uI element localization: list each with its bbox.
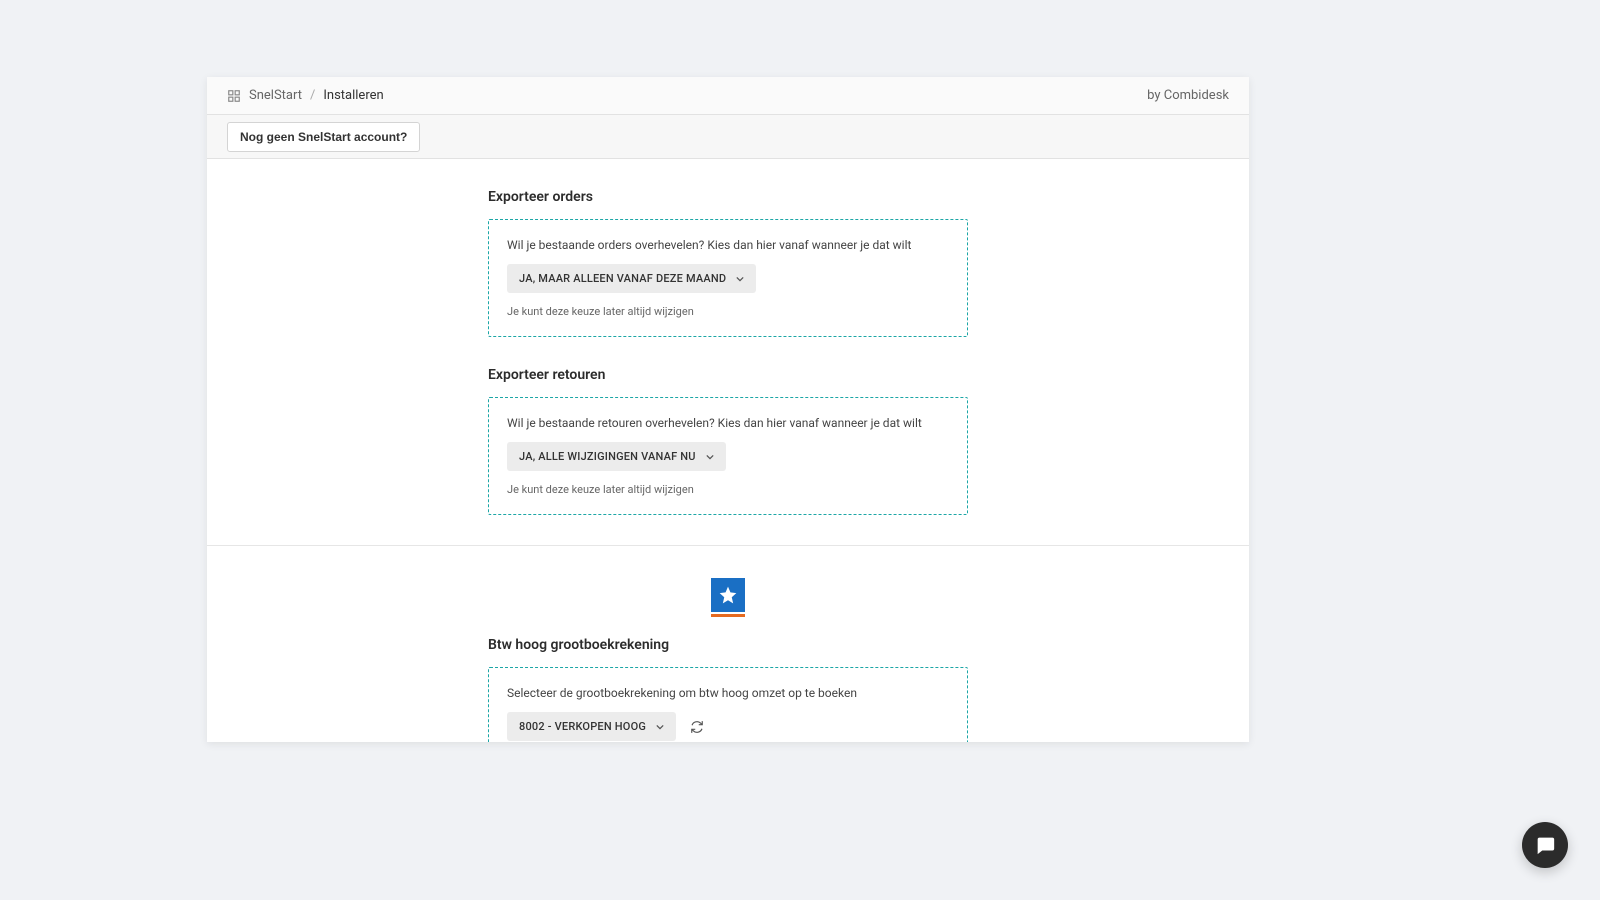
section-export-orders: Exporteer orders Wil je bestaande orders… — [488, 189, 968, 337]
divider — [207, 545, 1249, 546]
dropdown-value: 8002 - VERKOPEN HOOG — [519, 720, 646, 733]
vat-high-dropdown[interactable]: 8002 - VERKOPEN HOOG — [507, 712, 676, 741]
prompt-text: Wil je bestaande retouren overhevelen? K… — [507, 416, 949, 430]
section-title: Exporteer retouren — [488, 367, 968, 383]
refresh-icon — [690, 720, 704, 734]
caret-down-icon — [656, 723, 664, 731]
section-title: Btw hoog grootboekrekening — [488, 637, 968, 653]
caret-down-icon — [736, 275, 744, 283]
prompt-text: Wil je bestaande orders overhevelen? Kie… — [507, 238, 949, 252]
star-underline — [711, 614, 745, 617]
breadcrumb-page: Installeren — [323, 88, 383, 103]
toolbar: Nog geen SnelStart account? — [207, 115, 1249, 159]
content-area: Exporteer orders Wil je bestaande orders… — [207, 159, 1249, 742]
export-returns-box: Wil je bestaande retouren overhevelen? K… — [488, 397, 968, 515]
vat-high-box: Selecteer de grootboekrekening om btw ho… — [488, 667, 968, 742]
section-export-returns: Exporteer retouren Wil je bestaande reto… — [488, 367, 968, 515]
prompt-text: Selecteer de grootboekrekening om btw ho… — [507, 686, 949, 700]
chat-icon — [1534, 834, 1556, 856]
export-returns-dropdown[interactable]: JA, ALLE WIJZIGINGEN VANAF NU — [507, 442, 726, 471]
app-panel: SnelStart / Installeren by Combidesk Nog… — [207, 77, 1249, 742]
breadcrumb-separator: / — [310, 88, 315, 103]
hint-text: Je kunt deze keuze later altijd wijzigen — [507, 305, 949, 318]
caret-down-icon — [706, 453, 714, 461]
dropdown-value: JA, MAAR ALLEEN VANAF DEZE MAAND — [519, 272, 726, 285]
breadcrumb: SnelStart / Installeren — [227, 88, 384, 103]
export-orders-dropdown[interactable]: JA, MAAR ALLEEN VANAF DEZE MAAND — [507, 264, 756, 293]
app-icon — [227, 89, 241, 103]
hint-text: Je kunt deze keuze later altijd wijzigen — [507, 483, 949, 496]
dropdown-value: JA, ALLE WIJZIGINGEN VANAF NU — [519, 450, 696, 463]
breadcrumb-bar: SnelStart / Installeren by Combidesk — [207, 77, 1249, 115]
section-vat-high: Btw hoog grootboekrekening Selecteer de … — [488, 637, 968, 742]
star-badge — [711, 578, 745, 617]
star-icon — [711, 578, 745, 612]
section-title: Exporteer orders — [488, 189, 968, 205]
vendor-label: by Combidesk — [1147, 88, 1229, 103]
no-account-button[interactable]: Nog geen SnelStart account? — [227, 122, 420, 152]
refresh-button[interactable] — [690, 720, 704, 734]
export-orders-box: Wil je bestaande orders overhevelen? Kie… — [488, 219, 968, 337]
breadcrumb-app[interactable]: SnelStart — [249, 88, 302, 103]
chat-button[interactable] — [1522, 822, 1568, 868]
